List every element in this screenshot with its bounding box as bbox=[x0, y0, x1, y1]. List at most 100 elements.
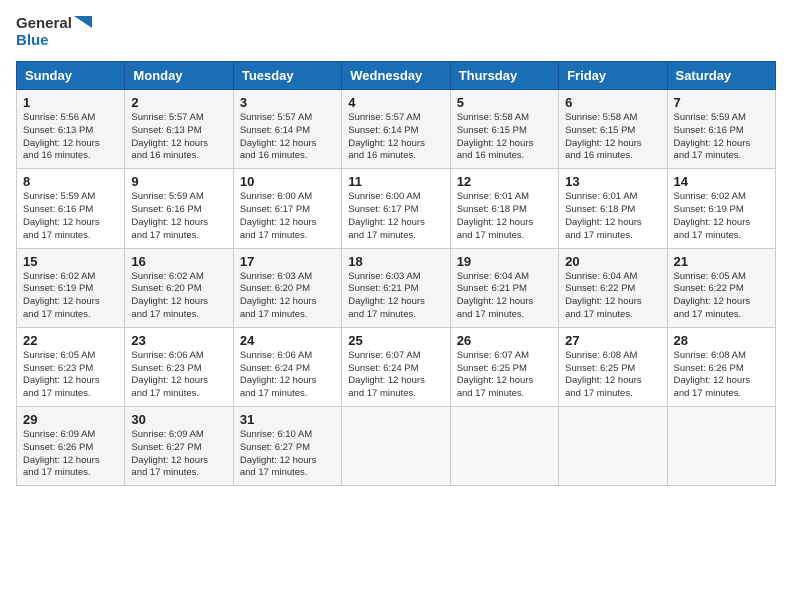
day-info: Sunrise: 6:04 AM Sunset: 6:22 PM Dayligh… bbox=[565, 271, 660, 322]
weekday-label: Tuesday bbox=[233, 62, 341, 90]
day-info: Sunrise: 6:08 AM Sunset: 6:26 PM Dayligh… bbox=[674, 350, 769, 401]
day-info: Sunrise: 6:09 AM Sunset: 6:27 PM Dayligh… bbox=[131, 429, 226, 480]
day-number: 26 bbox=[457, 333, 552, 348]
day-info: Sunrise: 5:58 AM Sunset: 6:15 PM Dayligh… bbox=[457, 112, 552, 163]
calendar-cell: 16 Sunrise: 6:02 AM Sunset: 6:20 PM Dayli… bbox=[125, 248, 233, 327]
calendar-cell bbox=[667, 407, 775, 486]
logo: General Blue bbox=[16, 16, 92, 49]
day-info: Sunrise: 5:56 AM Sunset: 6:13 PM Dayligh… bbox=[23, 112, 118, 163]
calendar-cell: 12 Sunrise: 6:01 AM Sunset: 6:18 PM Dayli… bbox=[450, 169, 558, 248]
calendar-cell: 13Sunrise: 6:01 AM Sunset: 6:18 PM Dayli… bbox=[559, 169, 667, 248]
day-number: 19 bbox=[457, 254, 552, 269]
calendar-cell: 10 Sunrise: 6:00 AM Sunset: 6:17 PM Dayli… bbox=[233, 169, 341, 248]
day-number: 24 bbox=[240, 333, 335, 348]
weekday-label: Monday bbox=[125, 62, 233, 90]
day-info: Sunrise: 6:09 AM Sunset: 6:26 PM Dayligh… bbox=[23, 429, 118, 480]
calendar-week-row: 8 Sunrise: 5:59 AM Sunset: 6:16 PM Daylig… bbox=[17, 169, 776, 248]
day-info: Sunrise: 6:10 AM Sunset: 6:27 PM Dayligh… bbox=[240, 429, 335, 480]
day-number: 6 bbox=[565, 95, 660, 110]
calendar-cell: 1 Sunrise: 5:56 AM Sunset: 6:13 PM Daylig… bbox=[17, 90, 125, 169]
calendar-cell: 22Sunrise: 6:05 AM Sunset: 6:23 PM Dayli… bbox=[17, 327, 125, 406]
day-info: Sunrise: 6:05 AM Sunset: 6:22 PM Dayligh… bbox=[674, 271, 769, 322]
calendar-cell: 17Sunrise: 6:03 AM Sunset: 6:20 PM Dayli… bbox=[233, 248, 341, 327]
day-number: 1 bbox=[23, 95, 118, 110]
logo-general: General bbox=[16, 16, 92, 33]
calendar-cell: 3 Sunrise: 5:57 AM Sunset: 6:14 PM Daylig… bbox=[233, 90, 341, 169]
day-number: 25 bbox=[348, 333, 443, 348]
calendar-cell: 4 Sunrise: 5:57 AM Sunset: 6:14 PM Daylig… bbox=[342, 90, 450, 169]
day-info: Sunrise: 6:01 AM Sunset: 6:18 PM Dayligh… bbox=[565, 191, 660, 242]
calendar-cell: 5 Sunrise: 5:58 AM Sunset: 6:15 PM Daylig… bbox=[450, 90, 558, 169]
day-info: Sunrise: 5:57 AM Sunset: 6:14 PM Dayligh… bbox=[240, 112, 335, 163]
day-info: Sunrise: 5:57 AM Sunset: 6:13 PM Dayligh… bbox=[131, 112, 226, 163]
calendar-body: 1 Sunrise: 5:56 AM Sunset: 6:13 PM Daylig… bbox=[17, 90, 776, 486]
day-info: Sunrise: 6:08 AM Sunset: 6:25 PM Dayligh… bbox=[565, 350, 660, 401]
page-header: General Blue bbox=[16, 16, 776, 49]
day-info: Sunrise: 6:02 AM Sunset: 6:20 PM Dayligh… bbox=[131, 271, 226, 322]
calendar-cell: 9 Sunrise: 5:59 AM Sunset: 6:16 PM Daylig… bbox=[125, 169, 233, 248]
day-number: 2 bbox=[131, 95, 226, 110]
calendar-week-row: 29 Sunrise: 6:09 AM Sunset: 6:26 PM Dayli… bbox=[17, 407, 776, 486]
weekday-label: Thursday bbox=[450, 62, 558, 90]
day-info: Sunrise: 6:04 AM Sunset: 6:21 PM Dayligh… bbox=[457, 271, 552, 322]
day-number: 21 bbox=[674, 254, 769, 269]
day-number: 8 bbox=[23, 174, 118, 189]
calendar-cell: 7 Sunrise: 5:59 AM Sunset: 6:16 PM Daylig… bbox=[667, 90, 775, 169]
day-info: Sunrise: 6:02 AM Sunset: 6:19 PM Dayligh… bbox=[674, 191, 769, 242]
calendar-cell bbox=[450, 407, 558, 486]
day-info: Sunrise: 6:07 AM Sunset: 6:25 PM Dayligh… bbox=[457, 350, 552, 401]
weekday-label: Friday bbox=[559, 62, 667, 90]
day-number: 18 bbox=[348, 254, 443, 269]
day-info: Sunrise: 6:07 AM Sunset: 6:24 PM Dayligh… bbox=[348, 350, 443, 401]
day-info: Sunrise: 5:57 AM Sunset: 6:14 PM Dayligh… bbox=[348, 112, 443, 163]
day-number: 12 bbox=[457, 174, 552, 189]
day-number: 15 bbox=[23, 254, 118, 269]
calendar-cell: 26 Sunrise: 6:07 AM Sunset: 6:25 PM Dayli… bbox=[450, 327, 558, 406]
calendar-cell: 28 Sunrise: 6:08 AM Sunset: 6:26 PM Dayli… bbox=[667, 327, 775, 406]
day-number: 16 bbox=[131, 254, 226, 269]
day-info: Sunrise: 5:58 AM Sunset: 6:15 PM Dayligh… bbox=[565, 112, 660, 163]
weekday-label: Wednesday bbox=[342, 62, 450, 90]
day-number: 10 bbox=[240, 174, 335, 189]
day-number: 27 bbox=[565, 333, 660, 348]
calendar-cell bbox=[559, 407, 667, 486]
day-info: Sunrise: 5:59 AM Sunset: 6:16 PM Dayligh… bbox=[131, 191, 226, 242]
calendar-cell: 18 Sunrise: 6:03 AM Sunset: 6:21 PM Dayli… bbox=[342, 248, 450, 327]
day-number: 23 bbox=[131, 333, 226, 348]
day-info: Sunrise: 5:59 AM Sunset: 6:16 PM Dayligh… bbox=[674, 112, 769, 163]
day-number: 22 bbox=[23, 333, 118, 348]
day-number: 29 bbox=[23, 412, 118, 427]
day-number: 17 bbox=[240, 254, 335, 269]
day-number: 28 bbox=[674, 333, 769, 348]
day-number: 31 bbox=[240, 412, 335, 427]
calendar-cell: 25 Sunrise: 6:07 AM Sunset: 6:24 PM Dayli… bbox=[342, 327, 450, 406]
day-number: 14 bbox=[674, 174, 769, 189]
day-info: Sunrise: 6:01 AM Sunset: 6:18 PM Dayligh… bbox=[457, 191, 552, 242]
calendar-cell: 20Sunrise: 6:04 AM Sunset: 6:22 PM Dayli… bbox=[559, 248, 667, 327]
day-info: Sunrise: 6:03 AM Sunset: 6:21 PM Dayligh… bbox=[348, 271, 443, 322]
calendar-cell: 31 Sunrise: 6:10 AM Sunset: 6:27 PM Dayli… bbox=[233, 407, 341, 486]
day-number: 5 bbox=[457, 95, 552, 110]
calendar-cell: 21 Sunrise: 6:05 AM Sunset: 6:22 PM Dayli… bbox=[667, 248, 775, 327]
weekday-header-row: SundayMondayTuesdayWednesdayThursdayFrid… bbox=[17, 62, 776, 90]
day-info: Sunrise: 6:00 AM Sunset: 6:17 PM Dayligh… bbox=[348, 191, 443, 242]
day-number: 30 bbox=[131, 412, 226, 427]
logo-blue: Blue bbox=[16, 33, 49, 50]
calendar-cell: 11 Sunrise: 6:00 AM Sunset: 6:17 PM Dayli… bbox=[342, 169, 450, 248]
calendar-cell: 24Sunrise: 6:06 AM Sunset: 6:24 PM Dayli… bbox=[233, 327, 341, 406]
calendar-cell: 2 Sunrise: 5:57 AM Sunset: 6:13 PM Daylig… bbox=[125, 90, 233, 169]
day-number: 4 bbox=[348, 95, 443, 110]
day-number: 9 bbox=[131, 174, 226, 189]
day-number: 7 bbox=[674, 95, 769, 110]
day-info: Sunrise: 6:06 AM Sunset: 6:23 PM Dayligh… bbox=[131, 350, 226, 401]
day-info: Sunrise: 5:59 AM Sunset: 6:16 PM Dayligh… bbox=[23, 191, 118, 242]
day-number: 11 bbox=[348, 174, 443, 189]
day-number: 3 bbox=[240, 95, 335, 110]
calendar-week-row: 1 Sunrise: 5:56 AM Sunset: 6:13 PM Daylig… bbox=[17, 90, 776, 169]
calendar-cell bbox=[342, 407, 450, 486]
day-info: Sunrise: 6:00 AM Sunset: 6:17 PM Dayligh… bbox=[240, 191, 335, 242]
calendar-cell: 23 Sunrise: 6:06 AM Sunset: 6:23 PM Dayli… bbox=[125, 327, 233, 406]
weekday-label: Saturday bbox=[667, 62, 775, 90]
weekday-label: Sunday bbox=[17, 62, 125, 90]
logo-container: General Blue bbox=[16, 16, 92, 49]
